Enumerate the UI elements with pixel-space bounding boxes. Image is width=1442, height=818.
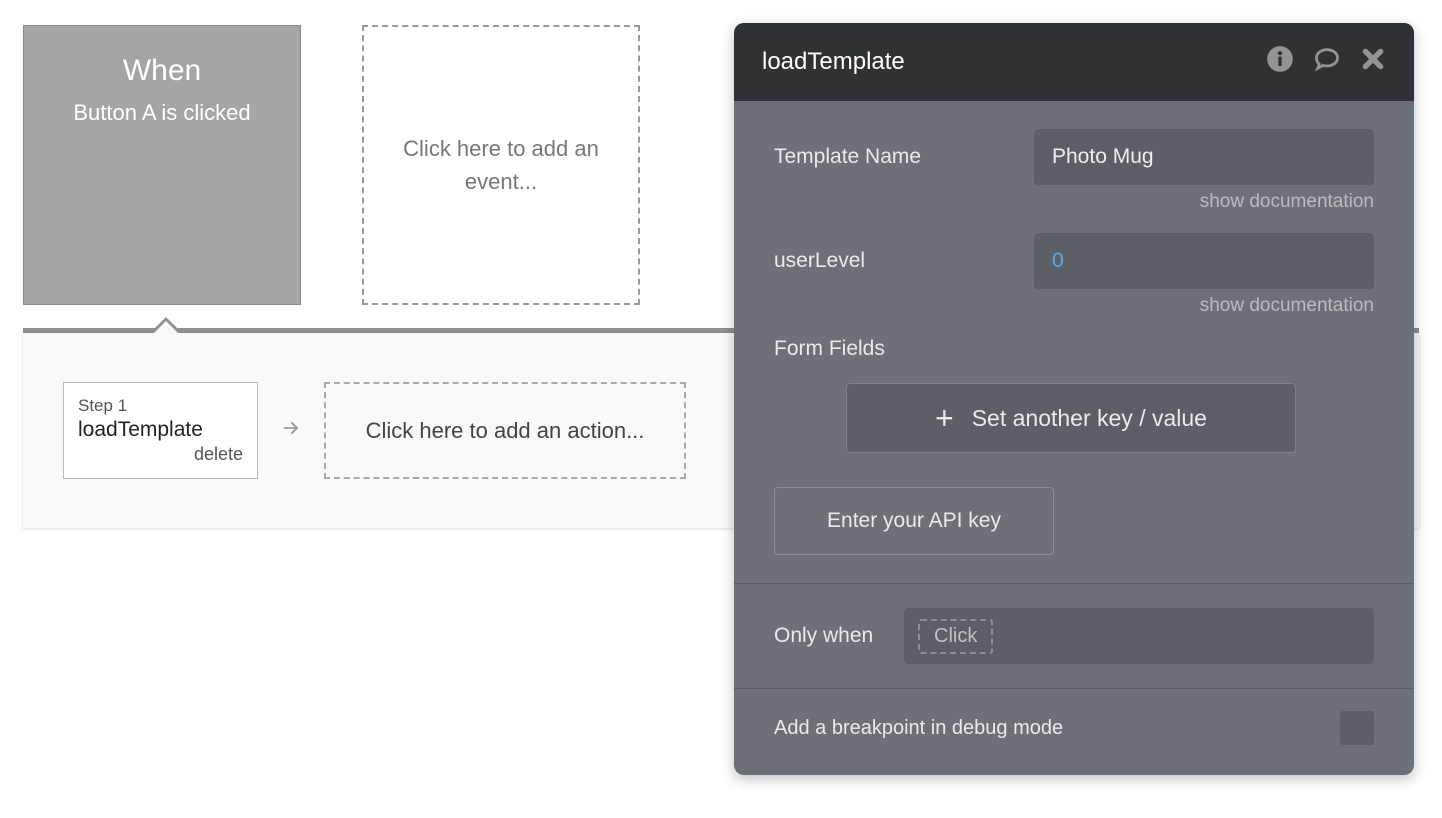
only-when-row: Only when Click bbox=[774, 584, 1374, 688]
arrow-right-icon bbox=[280, 415, 302, 446]
step-delete-link[interactable]: delete bbox=[78, 444, 243, 465]
only-when-chip[interactable]: Click bbox=[918, 619, 993, 654]
event-caret-icon-inner bbox=[154, 321, 178, 333]
breakpoint-label: Add a breakpoint in debug mode bbox=[774, 717, 1063, 740]
breakpoint-row: Add a breakpoint in debug mode bbox=[774, 689, 1374, 775]
template-name-field[interactable]: Photo Mug bbox=[1034, 129, 1374, 185]
plus-icon: + bbox=[935, 402, 954, 434]
close-icon[interactable] bbox=[1360, 46, 1386, 79]
template-name-label: Template Name bbox=[774, 145, 1034, 169]
form-fields-label: Form Fields bbox=[774, 337, 1374, 361]
info-icon[interactable] bbox=[1266, 45, 1294, 80]
template-name-doc-link[interactable]: show documentation bbox=[774, 191, 1374, 213]
step-action-name: loadTemplate bbox=[78, 418, 243, 442]
set-key-value-button[interactable]: + Set another key / value bbox=[846, 383, 1296, 453]
only-when-label: Only when bbox=[774, 624, 904, 648]
prop-row-user-level: userLevel 0 bbox=[774, 233, 1374, 289]
add-event-text: Click here to add an event... bbox=[394, 132, 608, 198]
only-when-field[interactable]: Click bbox=[904, 608, 1374, 664]
property-panel: loadTemplate Template Name Photo Mug sho… bbox=[734, 23, 1414, 775]
set-key-value-text: Set another key / value bbox=[972, 405, 1207, 432]
enter-api-key-text: Enter your API key bbox=[827, 509, 1001, 533]
prop-row-template-name: Template Name Photo Mug bbox=[774, 129, 1374, 185]
add-event-placeholder[interactable]: Click here to add an event... bbox=[362, 25, 640, 305]
panel-title: loadTemplate bbox=[762, 48, 1266, 76]
panel-header[interactable]: loadTemplate bbox=[734, 23, 1414, 101]
add-action-placeholder[interactable]: Click here to add an action... bbox=[324, 382, 686, 479]
breakpoint-checkbox[interactable] bbox=[1340, 711, 1374, 745]
user-level-doc-link[interactable]: show documentation bbox=[774, 295, 1374, 317]
step-block[interactable]: Step 1 loadTemplate delete bbox=[63, 382, 258, 479]
step-number-label: Step 1 bbox=[78, 396, 243, 416]
event-title: When bbox=[24, 54, 300, 88]
user-level-field[interactable]: 0 bbox=[1034, 233, 1374, 289]
event-description: Button A is clicked bbox=[24, 100, 300, 126]
event-trigger-block[interactable]: When Button A is clicked bbox=[23, 25, 301, 305]
user-level-label: userLevel bbox=[774, 249, 1034, 273]
enter-api-key-button[interactable]: Enter your API key bbox=[774, 487, 1054, 555]
add-action-text: Click here to add an action... bbox=[366, 418, 645, 444]
panel-body: Template Name Photo Mug show documentati… bbox=[734, 101, 1414, 775]
comment-icon[interactable] bbox=[1312, 45, 1342, 80]
